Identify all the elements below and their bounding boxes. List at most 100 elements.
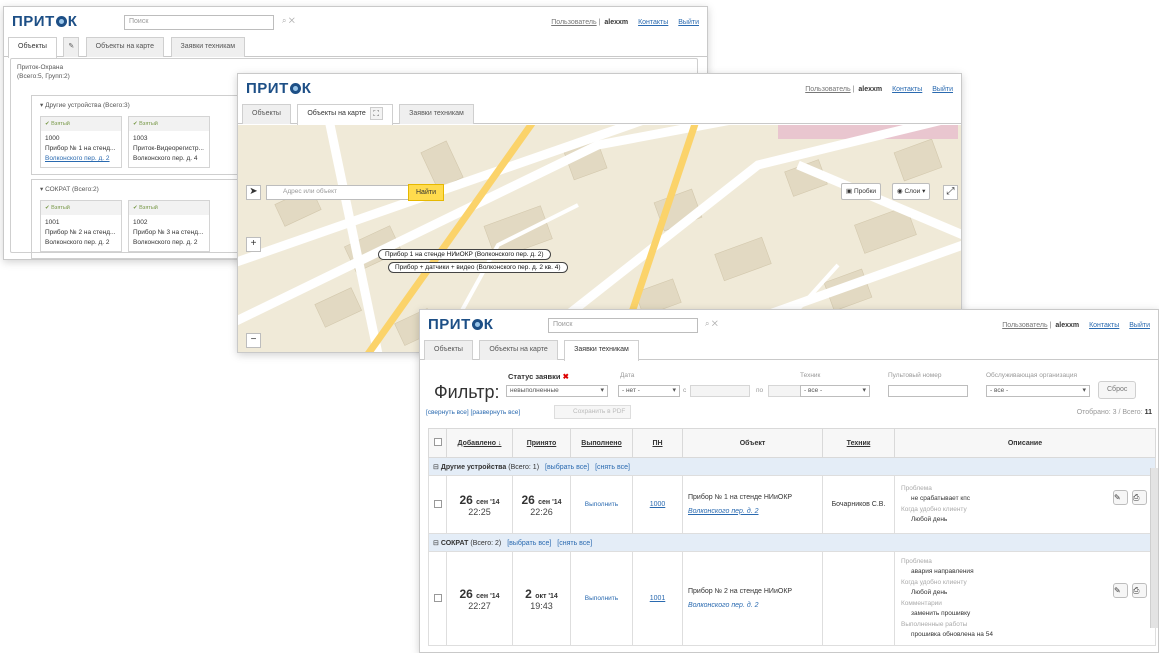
tab-requests[interactable]: Заявки техникам [170,37,246,57]
accepted-cell: 26 сен '14 22:26 [512,475,571,534]
map-find-button[interactable]: Найти [408,184,444,201]
org-select[interactable]: - все - [986,385,1090,397]
object-address-link[interactable]: Волконского пер. д. 2 [688,505,822,519]
subgroup-sokrat: ▾ СОКРАТ (Всего:2) ✔ Взятый 1001 Прибор … [31,179,256,259]
logout-link[interactable]: Выйти [678,19,699,26]
edit-icon[interactable]: ✎ [1113,489,1128,505]
contacts-link[interactable]: Контакты [1089,322,1119,329]
object-card[interactable]: ✔ Взятый 1002 Прибор № 3 на стенд... Вол… [128,200,210,252]
clear-icon[interactable]: ✖ [563,372,569,381]
logo[interactable]: ПРИТ К [12,13,77,30]
date-from-input[interactable] [690,385,750,397]
checkbox[interactable] [433,438,442,446]
accepted-day: 2 [525,586,532,601]
tab-map[interactable]: Объекты на карте [85,37,165,57]
traffic-button[interactable]: ▣ Пробки [841,183,882,200]
requests-table: Добавлено ↓ Принято Выполнено ПН Объект … [428,428,1156,646]
search-input[interactable]: Поиск [548,318,698,333]
username[interactable]: alexxm [1055,322,1079,329]
reset-button[interactable]: Сброс [1098,381,1137,399]
root-group-title[interactable]: Приток-Охрана (Всего:5, Групп:2) [17,63,70,81]
row-actions: ✎ ⎙ [1111,582,1149,598]
contacts-link[interactable]: Контакты [892,86,922,93]
status-select[interactable]: невыполненные [506,385,608,397]
clear-all-link[interactable]: [снять все] [557,540,592,547]
vertical-scrollbar[interactable] [1150,468,1158,628]
table-row[interactable]: 26 сен '14 22:27 2 окт '14 19:43 Выполнить… [428,551,1156,646]
desc-key: Когда удобно клиенту [901,505,967,513]
accepted-month: сен '14 [538,498,562,506]
row-checkbox[interactable] [433,593,442,602]
zoom-out-button[interactable]: − [246,333,261,348]
expand-all-link[interactable]: [развернуть все] [471,409,521,416]
pn-link[interactable]: 1000 [650,501,666,508]
status-text: Взятый [139,121,158,127]
accepted-month: окт '14 [535,592,558,600]
col-tech[interactable]: Техник [822,428,895,458]
logo[interactable]: ПРИТ К [428,316,493,333]
edit-icon[interactable]: ✎ [1113,582,1128,598]
locate-icon[interactable]: ➤ [246,185,261,200]
tab-map[interactable]: Объекты на карте [479,340,558,360]
subgroup-title[interactable]: ▾ Другие устройства (Всего:3) [40,101,130,109]
col-done[interactable]: Выполнено [570,428,633,458]
pn-link[interactable]: 1001 [650,595,666,602]
tab-objects[interactable]: Объекты [8,37,57,58]
status-label-text: Статус заявки [508,372,561,381]
tab-requests[interactable]: Заявки техникам [399,104,474,124]
contacts-link[interactable]: Контакты [638,19,668,26]
tech-select[interactable]: - все - [800,385,870,397]
logo[interactable]: ПРИТ К [246,80,311,97]
logout-link[interactable]: Выйти [932,86,953,93]
collapse-icon[interactable]: ⊟ [433,540,439,547]
clear-all-link[interactable]: [снять все] [595,464,630,471]
results-counter: Отобрано: 3 / Всего: 11 [1077,409,1152,416]
status-text: Взятый [51,205,70,211]
collapse-all-link[interactable]: [свернуть все] [426,409,469,416]
org-filter-label: Обслуживающая организация [986,372,1077,379]
map-object-label[interactable]: Прибор + датчики + видео (Волконского пе… [388,262,568,273]
zoom-in-button[interactable]: + [246,237,261,252]
tab-map[interactable]: Объекты на карте ⛶ [297,104,393,125]
col-pn[interactable]: ПН [632,428,683,458]
tab-pin[interactable]: ✎ [63,37,80,57]
col-added[interactable]: Добавлено ↓ [446,428,513,458]
print-icon[interactable]: ⎙ [1132,489,1147,505]
desc-value: прошивка обновлена на 54 [911,631,993,638]
tab-objects[interactable]: Объекты [424,340,473,360]
search-input[interactable]: Поиск [124,15,274,30]
object-card[interactable]: ✔ Взятый 1000 Прибор № 1 на стенд... Вол… [40,116,122,168]
object-name: Прибор № 2 на стенде НИиОКР [688,587,793,595]
col-accepted[interactable]: Принято [512,428,571,458]
table-row[interactable]: 26 сен '14 22:25 26 сен '14 22:26 Выполнит… [428,475,1156,534]
complete-link[interactable]: Выполнить [585,595,618,602]
select-all-link[interactable]: [выбрать все] [545,464,589,471]
complete-link[interactable]: Выполнить [585,501,618,508]
tab-requests[interactable]: Заявки техникам [564,340,639,361]
row-checkbox[interactable] [433,499,442,508]
object-card[interactable]: ✔ Взятый 1003 Приток-Видеорегистр... Вол… [128,116,210,168]
username[interactable]: alexxm [858,86,882,93]
object-card[interactable]: ✔ Взятый 1001 Прибор № 2 на стенд... Вол… [40,200,122,252]
traffic-label: Пробки [853,188,877,195]
print-icon[interactable]: ⎙ [1132,582,1147,598]
subgroup-title[interactable]: ▾ СОКРАТ (Всего:2) [40,185,99,193]
search-icon[interactable]: ⌕ ✕ [705,319,718,329]
panel-number-input[interactable] [888,385,968,397]
card-address-link[interactable]: Волконского пер. д. 2 [45,154,117,164]
tab-objects[interactable]: Объекты [242,104,291,124]
user-prefix: Пользователь [551,19,597,26]
select-all-checkbox[interactable] [428,428,447,458]
search-icon[interactable]: ⌕ ✕ [282,16,295,26]
col-description: Описание [894,428,1156,458]
username[interactable]: alexxm [604,19,628,26]
date-select[interactable]: - нет - [618,385,680,397]
map-object-label[interactable]: Прибор 1 на стенде НИиОКР (Волконского п… [378,249,551,260]
collapse-icon[interactable]: ⊟ [433,464,439,471]
fullscreen-icon[interactable]: ⤢ [943,185,958,200]
select-all-link[interactable]: [выбрать все] [507,540,551,547]
layers-button[interactable]: ◉ Слои ▾ [892,183,931,200]
logout-link[interactable]: Выйти [1129,322,1150,329]
save-pdf-button[interactable]: Сохранить в PDF [554,405,632,419]
expand-icon[interactable]: ⛶ [369,106,383,120]
